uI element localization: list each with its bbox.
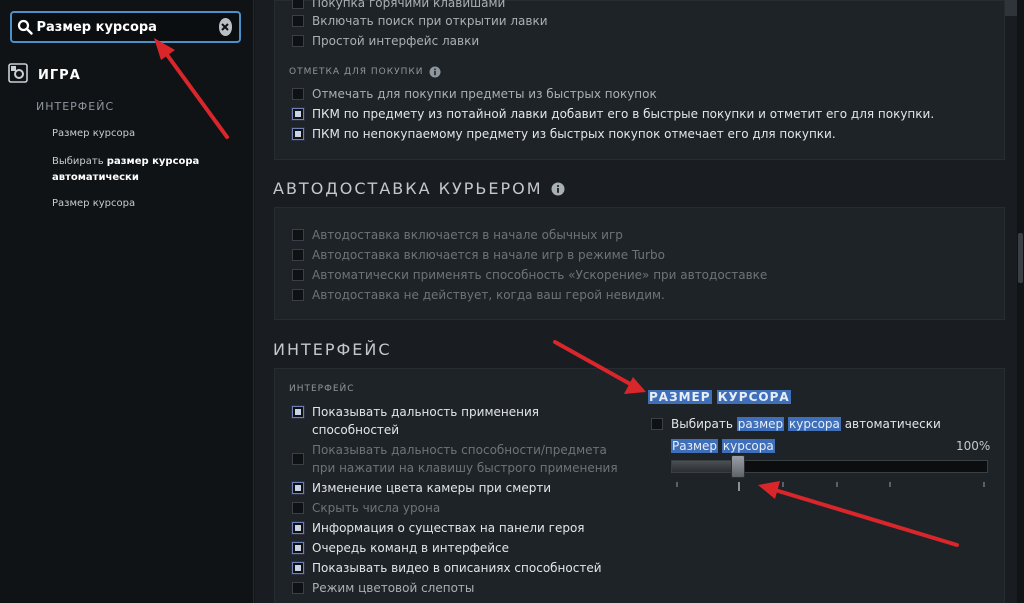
checkbox-label: ПКМ по непокупаемому предмету из быстрых… — [312, 127, 836, 141]
gear-icon — [8, 63, 28, 87]
checkbox-label: Показывать видео в описаниях способносте… — [312, 561, 602, 575]
checkbox[interactable] — [292, 502, 304, 514]
slider-tick — [983, 482, 985, 487]
checkbox-label: Скрыть числа урона — [312, 501, 441, 515]
auto-cursor-row[interactable]: Выбирать размер курсора автоматически — [651, 415, 941, 433]
checkbox[interactable] — [651, 418, 663, 430]
checkbox-label: Информация о существах на панели героя — [312, 521, 585, 535]
slider-tick — [889, 482, 891, 487]
cursor-size-value: 100% — [956, 439, 991, 453]
sidebar-result-cursor-size[interactable]: Размер курсора — [52, 126, 135, 142]
checkbox-label: Автоматически применять способность «Уск… — [312, 268, 768, 282]
section-title-label: АВТОДОСТАВКА КУРЬЕРОМ — [273, 179, 543, 198]
checkbox-row[interactable]: Очередь команд в интерфейсе — [292, 539, 509, 557]
checkbox-row[interactable]: Простой интерфейс лавки — [292, 32, 479, 50]
checkbox-label: Показывать дальность способности/предмет… — [312, 443, 618, 475]
result-prefix: Выбирать — [52, 156, 107, 167]
checkbox-row[interactable]: Показывать дальность применения способнос… — [292, 403, 612, 439]
checkbox-row[interactable]: Автодоставка не действует, когда ваш гер… — [292, 286, 665, 304]
slider-tick — [738, 482, 740, 491]
checkbox-label: Включать поиск при открытии лавки — [312, 14, 548, 28]
checkbox-row[interactable]: Автодоставка включается в начале игр в р… — [292, 246, 665, 264]
checkbox-row[interactable]: Автоматически применять способность «Уск… — [292, 266, 767, 284]
slider-tick — [676, 482, 678, 487]
checkbox-label: ПКМ по предмету из потайной лавки добави… — [312, 107, 935, 121]
cursor-size-header: РАЗМЕР КУРСОРА — [648, 390, 791, 404]
info-icon[interactable] — [429, 66, 441, 78]
purchase-mark-header: ОТМЕТКА ДЛЯ ПОКУПКИ — [289, 66, 441, 78]
search-icon — [15, 19, 35, 35]
checkbox[interactable] — [292, 269, 304, 281]
interface-subheader: ИНТЕРФЕЙС — [289, 384, 355, 394]
checkbox-label: Простой интерфейс лавки — [312, 34, 480, 48]
checkbox[interactable] — [292, 289, 304, 301]
checkbox-checked[interactable] — [292, 406, 304, 418]
category-game[interactable]: ИГРА — [8, 63, 81, 87]
checkbox-row[interactable]: ПКМ по непокупаемому предмету из быстрых… — [292, 125, 836, 143]
checkbox[interactable] — [292, 35, 304, 47]
result-label: Размер курсора — [52, 198, 136, 209]
scrollbar-thumb[interactable] — [1018, 233, 1023, 283]
courier-section-title: АВТОДОСТАВКА КУРЬЕРОМ — [273, 179, 565, 198]
checkbox-row[interactable]: Покупка горячими клавишами — [292, 0, 505, 12]
search-box[interactable] — [10, 11, 241, 43]
checkbox-label: Очередь команд в интерфейсе — [312, 541, 509, 555]
checkbox-label: Изменение цвета камеры при смерти — [312, 481, 552, 495]
slider-handle[interactable] — [731, 455, 745, 478]
highlight-word: КУРСОРА — [716, 390, 791, 404]
result-suffix: автоматически — [52, 172, 139, 183]
result-bold: размер курсора — [106, 156, 200, 167]
checkbox-row[interactable]: Включать поиск при открытии лавки — [292, 12, 548, 30]
checkbox-label: Автодоставка включается в начале игр в р… — [312, 248, 665, 262]
slider-tick — [836, 482, 838, 487]
slider-fill — [672, 461, 735, 472]
checkbox-row[interactable]: Отмечать для покупки предметы из быстрых… — [292, 85, 657, 103]
checkbox-row[interactable]: Изменение цвета камеры при смерти — [292, 479, 551, 497]
sidebar-result-cursor-size-2[interactable]: Размер курсора — [52, 196, 135, 212]
checkbox-checked[interactable] — [292, 562, 304, 574]
checkbox[interactable] — [292, 249, 304, 261]
checkbox-row[interactable]: Скрыть числа урона — [292, 499, 440, 517]
interface-section-title: ИНТЕРФЕЙС — [273, 340, 392, 359]
sidebar-subheader: ИНТЕРФЕЙС — [36, 100, 115, 113]
checkbox[interactable] — [292, 15, 304, 27]
checkbox-checked[interactable] — [292, 542, 304, 554]
result-label: Размер курсора — [52, 128, 136, 139]
checkbox-checked[interactable] — [292, 522, 304, 534]
category-label: ИГРА — [38, 67, 81, 83]
header-label: ОТМЕТКА ДЛЯ ПОКУПКИ — [289, 67, 424, 77]
search-input[interactable] — [34, 19, 219, 35]
checkbox-label: Покупка горячими клавишами — [312, 0, 506, 10]
clear-icon[interactable] — [218, 18, 232, 36]
checkbox-row[interactable]: Показывать видео в описаниях способносте… — [292, 559, 602, 577]
checkbox[interactable] — [292, 88, 304, 100]
checkbox-row[interactable]: Информация о существах на панели героя — [292, 519, 585, 537]
sidebar-result-auto-cursor[interactable]: Выбирать размер курсора автоматически — [52, 154, 242, 186]
checkbox-row[interactable]: Показывать дальность способности/предмет… — [292, 441, 632, 477]
scrollbar[interactable] — [1017, 0, 1024, 603]
checkbox[interactable] — [292, 0, 304, 9]
checkbox-label: Отмечать для покупки предметы из быстрых… — [312, 87, 657, 101]
checkbox-checked[interactable] — [292, 128, 304, 140]
cursor-size-label: Размер курсора — [671, 439, 775, 453]
checkbox-row[interactable]: Автодоставка включается в начале обычных… — [292, 226, 623, 244]
checkbox-checked[interactable] — [292, 482, 304, 494]
checkbox[interactable] — [292, 582, 304, 594]
slider-tick — [782, 482, 784, 487]
checkbox-label: Режим цветовой слепоты — [312, 581, 475, 595]
checkbox-row[interactable]: ПКМ по предмету из потайной лавки добави… — [292, 105, 934, 123]
checkbox-row[interactable]: Режим цветовой слепоты — [292, 579, 474, 597]
checkbox-label: Автодоставка не действует, когда ваш гер… — [312, 288, 665, 302]
checkbox[interactable] — [292, 229, 304, 241]
checkbox-label: Показывать дальность применения способнос… — [312, 405, 539, 437]
info-icon[interactable] — [551, 182, 565, 196]
checkbox-label: Автодоставка включается в начале обычных… — [312, 228, 623, 242]
cursor-size-slider[interactable] — [671, 460, 988, 473]
checkbox-label: Выбирать размер курсора автоматически — [671, 417, 941, 431]
checkbox-checked[interactable] — [292, 108, 304, 120]
highlight-word: РАЗМЕР — [648, 390, 712, 404]
settings-sidebar: ИГРА ИНТЕРФЕЙС Размер курсора Выбирать р… — [0, 0, 254, 603]
checkbox[interactable] — [292, 453, 304, 465]
